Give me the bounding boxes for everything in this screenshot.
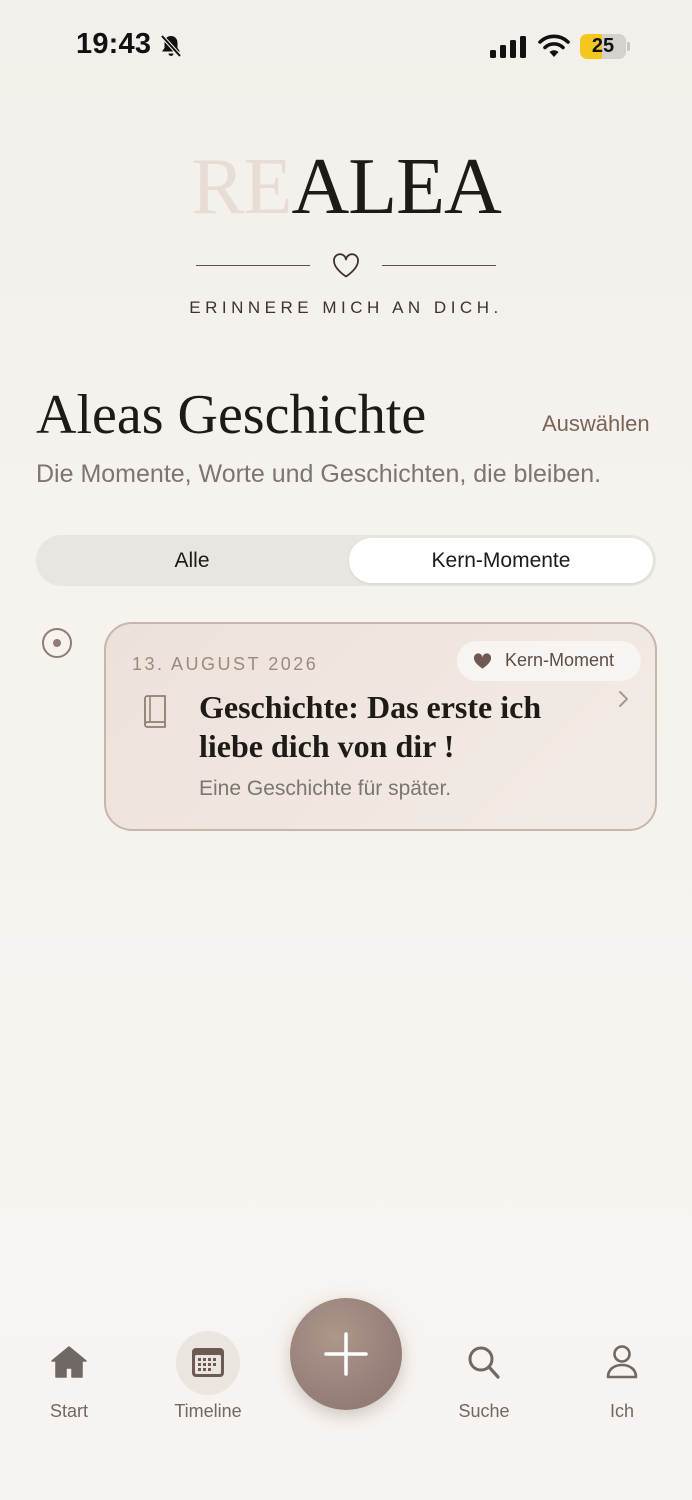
logo-faded-text: RE	[191, 143, 292, 231]
tab-profile[interactable]: Ich	[567, 1336, 677, 1446]
timeline-dot-icon	[42, 628, 72, 658]
plus-icon	[324, 1332, 368, 1376]
app-logo: REALEA	[0, 142, 692, 232]
status-time: 19:43	[76, 28, 152, 60]
select-button[interactable]: Auswählen	[542, 411, 650, 437]
tagline: ERINNERE MICH AN DICH.	[189, 298, 503, 317]
badge-label: Kern-Moment	[505, 650, 615, 670]
heart-outline-icon	[333, 253, 359, 278]
chevron-right-icon	[619, 691, 628, 707]
core-moment-badge: Kern-Moment	[457, 641, 641, 681]
wifi-icon	[538, 34, 570, 57]
moment-date: 13. AUGUST 2026	[132, 654, 319, 674]
battery-level: 25	[591, 35, 615, 57]
battery-icon: 25	[580, 34, 630, 59]
tab-start-label: Start	[49, 1401, 88, 1421]
home-icon	[51, 1346, 87, 1378]
filter-segmented-control: Alle Kern-Momente	[36, 535, 656, 586]
moment-card[interactable]: 13. AUGUST 2026 Kern-Moment Geschichte: …	[104, 622, 657, 831]
tab-profile-label: Ich	[609, 1401, 634, 1421]
heart-filled-icon	[473, 653, 492, 669]
logo-main-text: ALEA	[291, 143, 501, 231]
cellular-signal-icon	[490, 36, 526, 58]
tab-search[interactable]: Suche	[429, 1336, 539, 1446]
tab-search-label: Suche	[458, 1401, 510, 1421]
moment-subtitle: Eine Geschichte für später.	[199, 777, 452, 800]
bell-slash-icon	[160, 34, 182, 58]
moment-title: Geschichte: Das erste ich liebe dich von…	[199, 689, 542, 764]
page-subtitle: Die Momente, Worte und Geschichten, die …	[36, 460, 602, 488]
person-icon	[606, 1345, 638, 1379]
add-button[interactable]	[290, 1298, 402, 1410]
book-icon	[144, 695, 166, 728]
tab-timeline-label: Timeline	[174, 1401, 242, 1421]
tab-timeline[interactable]: Timeline	[153, 1331, 263, 1446]
tab-start[interactable]: Start	[14, 1336, 124, 1446]
logo-divider-left	[196, 265, 310, 266]
page-title: Aleas Geschichte	[36, 384, 427, 446]
search-icon	[468, 1346, 500, 1379]
calendar-icon	[192, 1348, 224, 1377]
filter-core-moments-tab[interactable]: Kern-Momente	[349, 538, 653, 583]
logo-divider-right	[382, 265, 496, 266]
filter-all-tab[interactable]: Alle	[39, 538, 345, 583]
